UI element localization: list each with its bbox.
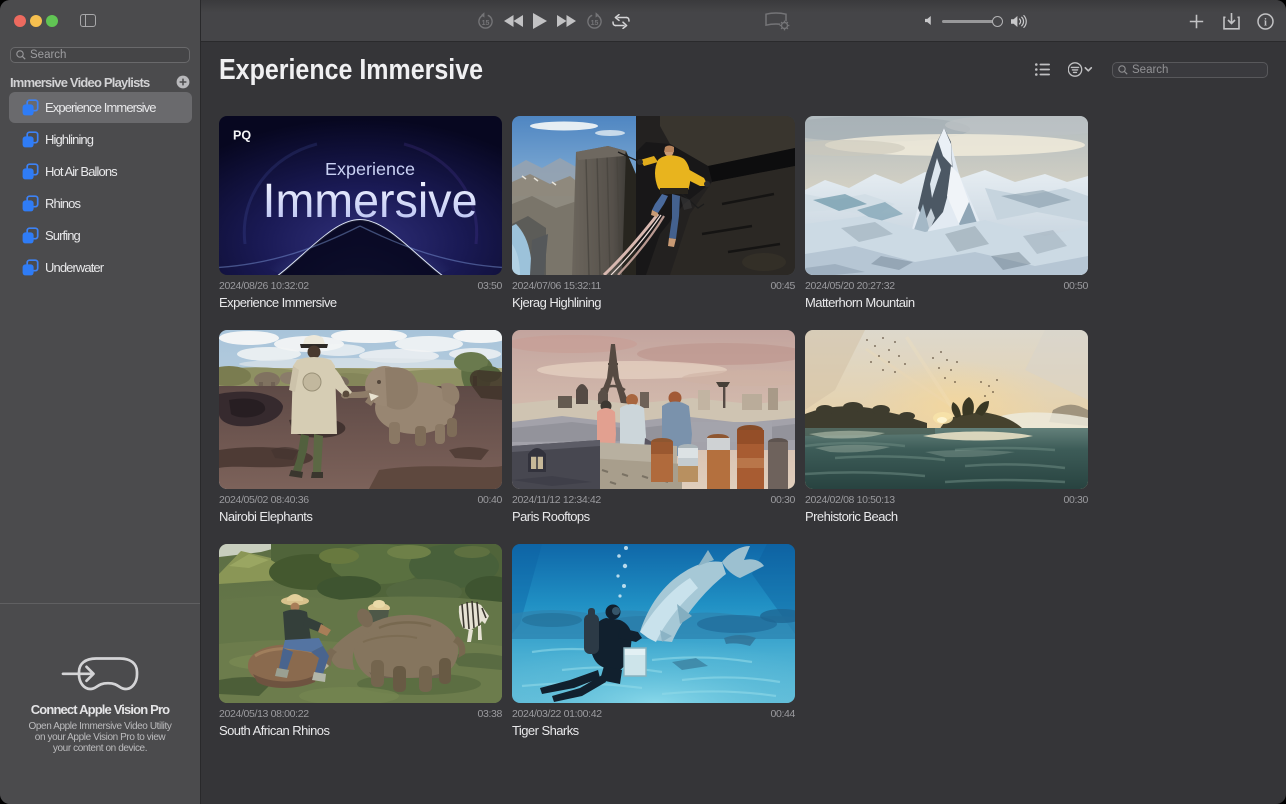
svg-text:PQ: PQ: [233, 129, 251, 143]
svg-text:Immersive: Immersive: [263, 175, 478, 228]
svg-text:15: 15: [482, 20, 490, 27]
svg-text:15: 15: [591, 20, 599, 27]
svg-text:i: i: [1264, 17, 1267, 28]
